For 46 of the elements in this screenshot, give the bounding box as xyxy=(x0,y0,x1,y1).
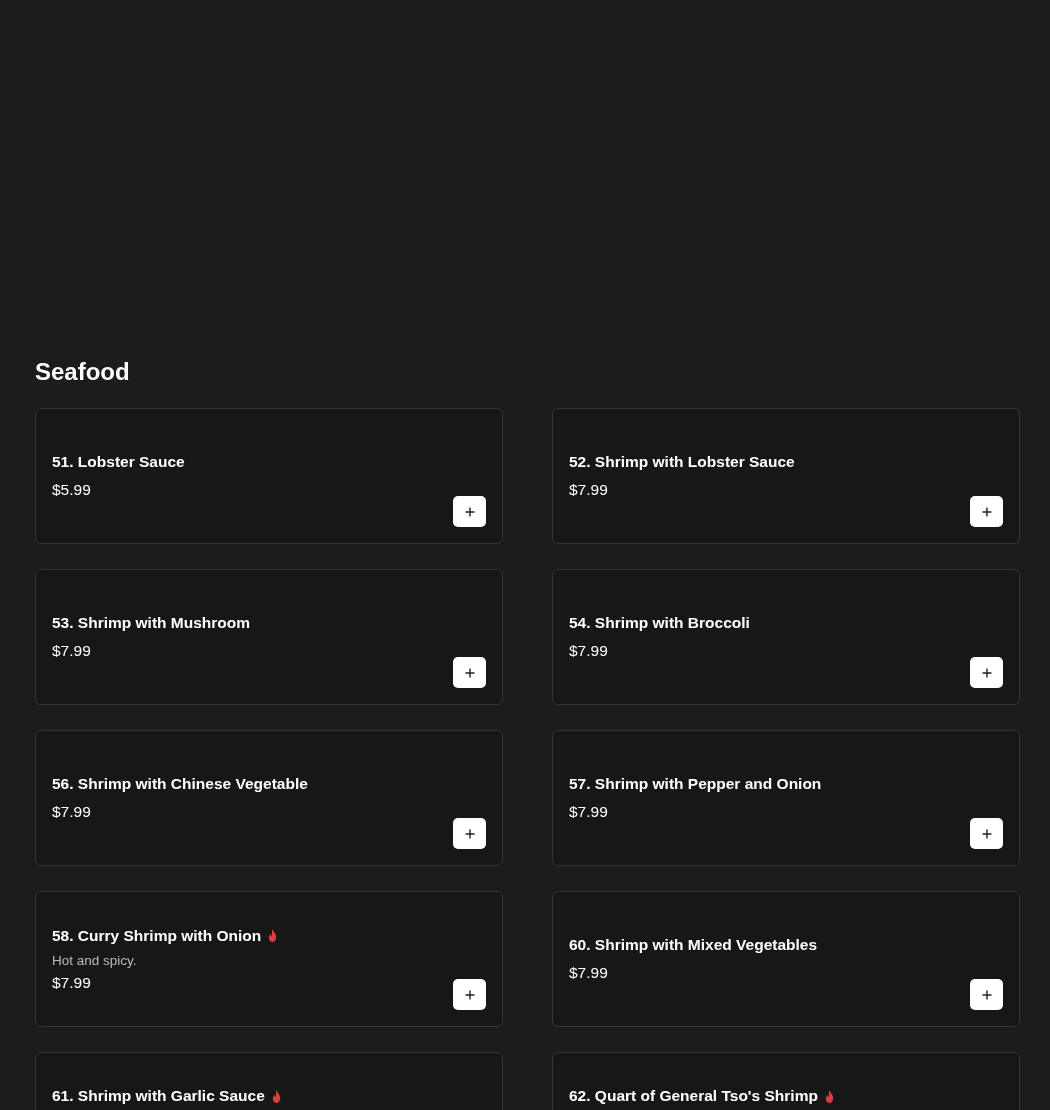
item-name: 51. Lobster Sauce xyxy=(52,453,185,471)
plus-icon xyxy=(981,989,992,1000)
item-price: $7.99 xyxy=(569,642,609,660)
item-description: Hot and spicy. xyxy=(52,952,138,968)
item-price: $7.99 xyxy=(52,803,92,821)
plus-icon xyxy=(981,506,992,517)
item-price: $7.99 xyxy=(569,481,609,499)
add-button[interactable] xyxy=(970,496,1003,527)
item-name: 52. Shrimp with Lobster Sauce xyxy=(569,453,795,471)
item-price: $7.99 xyxy=(569,964,609,982)
menu-item-card[interactable]: 52. Shrimp with Lobster Sauce $7.99 xyxy=(552,408,1020,544)
item-price: $7.99 xyxy=(52,642,92,660)
item-price: $7.99 xyxy=(52,973,92,992)
menu-item-card[interactable]: 61. Shrimp with Garlic Sauce xyxy=(35,1052,503,1110)
item-name: 60. Shrimp with Mixed Vegetables xyxy=(569,936,818,954)
item-name: 57. Shrimp with Pepper and Onion xyxy=(569,775,822,793)
add-button[interactable] xyxy=(453,657,486,688)
plus-icon xyxy=(464,828,475,839)
item-name: 54. Shrimp with Broccoli xyxy=(569,614,750,632)
add-button[interactable] xyxy=(970,818,1003,849)
add-button[interactable] xyxy=(970,657,1003,688)
menu-item-card[interactable]: 54. Shrimp with Broccoli $7.99 xyxy=(552,569,1020,705)
item-name: 58. Curry Shrimp with Onion xyxy=(52,926,262,945)
plus-icon xyxy=(464,506,475,517)
menu-item-card[interactable]: 60. Shrimp with Mixed Vegetables $7.99 xyxy=(552,891,1020,1027)
plus-icon xyxy=(464,989,475,1000)
item-name: 61. Shrimp with Garlic Sauce xyxy=(52,1087,265,1105)
item-price: $5.99 xyxy=(52,481,92,499)
menu-item-card[interactable]: 51. Lobster Sauce $5.99 xyxy=(35,408,503,544)
add-button[interactable] xyxy=(453,818,486,849)
menu-item-card[interactable]: 57. Shrimp with Pepper and Onion $7.99 xyxy=(552,730,1020,866)
add-button[interactable] xyxy=(970,979,1003,1010)
item-name: 62. Quart of General Tso's Shrimp xyxy=(569,1087,818,1105)
add-button[interactable] xyxy=(453,496,486,527)
add-button[interactable] xyxy=(453,979,486,1010)
item-name: 53. Shrimp with Mushroom xyxy=(52,614,251,632)
plus-icon xyxy=(464,667,475,678)
plus-icon xyxy=(981,667,992,678)
menu-item-card[interactable]: 56. Shrimp with Chinese Vegetable $7.99 xyxy=(35,730,503,866)
plus-icon xyxy=(981,828,992,839)
menu-item-card[interactable]: 62. Quart of General Tso's Shrimp xyxy=(552,1052,1020,1110)
menu-item-card[interactable]: 58. Curry Shrimp with Onion Hot and spicy. $7.99 xyxy=(35,891,503,1027)
menu-item-card[interactable]: 53. Shrimp with Mushroom $7.99 xyxy=(35,569,503,705)
item-price: $7.99 xyxy=(569,803,609,821)
item-name: 56. Shrimp with Chinese Vegetable xyxy=(52,775,308,793)
section-title: Seafood xyxy=(35,358,131,386)
